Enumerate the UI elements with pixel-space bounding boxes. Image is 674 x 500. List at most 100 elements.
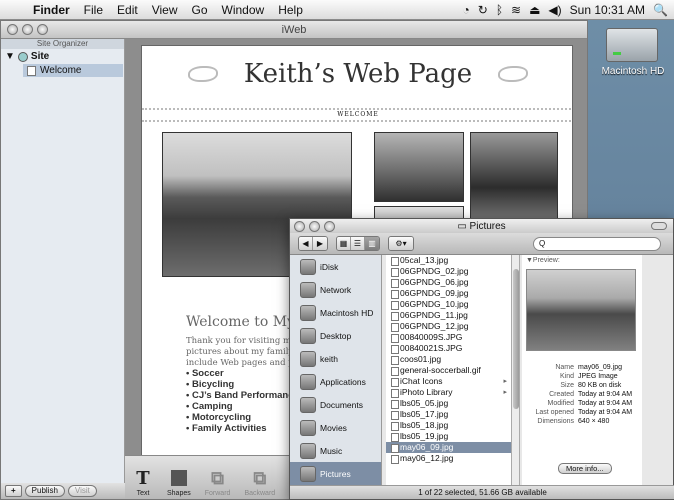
- sidebar-item-music[interactable]: Music: [290, 439, 381, 462]
- info-key: Kind: [559, 373, 574, 380]
- spotlight-icon[interactable]: 🔍: [653, 3, 668, 17]
- hard-drive-label[interactable]: Macintosh HD: [588, 66, 674, 77]
- file-row[interactable]: 00840021S.JPG: [386, 343, 511, 354]
- interest-list[interactable]: Soccer Bicycling CJ’s Band Performances …: [186, 368, 304, 434]
- sidebar-item-keith[interactable]: keith: [290, 347, 381, 370]
- sidebar-item-label: Macintosh HD: [320, 307, 374, 318]
- file-row[interactable]: 06GPNDG_02.jpg: [386, 266, 511, 277]
- info-row: Size 80 KB on disk: [526, 381, 638, 390]
- folder-icon: ▭: [457, 220, 470, 232]
- file-row[interactable]: lbs05_18.jpg: [386, 420, 511, 431]
- sidebar-item-desktop[interactable]: Desktop: [290, 324, 381, 347]
- finder-title: ▭ Pictures: [290, 221, 673, 232]
- menu-view[interactable]: View: [145, 3, 185, 17]
- tool-label: Shapes: [167, 490, 191, 497]
- view-buttons: ▦ ☰ ▥: [336, 236, 380, 251]
- back-icon[interactable]: ◀: [299, 237, 313, 250]
- file-row[interactable]: lbs05_17.jpg: [386, 409, 511, 420]
- preview-label[interactable]: ▼Preview:: [522, 255, 642, 266]
- visit-button[interactable]: Visit: [67, 485, 97, 497]
- send-backward-icon: ⧉: [253, 467, 267, 489]
- volume-icon[interactable]: ◀): [548, 3, 561, 17]
- menu-finder[interactable]: Finder: [26, 3, 77, 17]
- info-value: JPEG Image: [578, 373, 618, 380]
- wifi-icon[interactable]: ≋: [511, 3, 521, 17]
- file-row[interactable]: 06GPNDG_12.jpg: [386, 321, 511, 332]
- gear-icon[interactable]: ⚙▾: [389, 237, 413, 250]
- disclosure-icon[interactable]: ▼: [5, 51, 15, 62]
- page-title[interactable]: Keith’s Web Page: [244, 59, 472, 89]
- sidebar-item-applications[interactable]: Applications: [290, 370, 381, 393]
- page-item-label: Welcome: [40, 65, 82, 76]
- file-column[interactable]: 05cal_13.jpg 06GPNDG_02.jpg 06GPNDG_06.jpg…: [386, 255, 512, 487]
- timemachine-icon[interactable]: ◔: [463, 3, 470, 17]
- forward-button[interactable]: ⧉ Forward: [205, 468, 231, 499]
- file-row[interactable]: lbs05_05.jpg: [386, 398, 511, 409]
- icon-view-icon[interactable]: ▦: [337, 237, 351, 250]
- sync-icon[interactable]: ↻: [478, 3, 488, 17]
- folder-row[interactable]: iChat Icons: [386, 376, 511, 387]
- hard-drive-icon[interactable]: [606, 28, 658, 62]
- menu-help[interactable]: Help: [271, 3, 310, 17]
- file-row[interactable]: coos01.jpg: [386, 354, 511, 365]
- page-header: Keith’s Web Page: [142, 46, 572, 102]
- text-tool-button[interactable]: T Text: [133, 468, 153, 499]
- menu-clock[interactable]: Sun 10:31 AM: [570, 3, 645, 17]
- sidebar-item-movies[interactable]: Movies: [290, 416, 381, 439]
- page-navbar[interactable]: WELCOME: [142, 108, 572, 122]
- menu-edit[interactable]: Edit: [110, 3, 145, 17]
- file-row[interactable]: general-soccerball.gif: [386, 365, 511, 376]
- more-info-button[interactable]: More info...: [558, 463, 612, 474]
- menu-file[interactable]: File: [77, 3, 110, 17]
- file-column-scrollbar[interactable]: [512, 255, 520, 487]
- finder-sidebar: iDisk Network Macintosh HD Desktop keith…: [290, 255, 382, 487]
- file-row[interactable]: 06GPNDG_11.jpg: [386, 310, 511, 321]
- backward-button[interactable]: ⧉ Backward: [244, 468, 275, 499]
- toolbar-toggle-button[interactable]: [651, 222, 667, 230]
- photo-soccer[interactable]: [374, 132, 464, 202]
- scrollbar-thumb[interactable]: [513, 269, 519, 409]
- page-item-welcome[interactable]: Welcome: [23, 64, 123, 77]
- music-icon: [300, 442, 316, 459]
- folder-row[interactable]: iPhoto Library: [386, 387, 511, 398]
- file-row[interactable]: may06_09.jpg: [386, 442, 511, 453]
- site-item[interactable]: ▼ Site: [1, 49, 124, 64]
- shapes-tool-button[interactable]: Shapes: [167, 468, 191, 499]
- sidebar-item-pictures[interactable]: Pictures: [290, 462, 381, 485]
- sidebar-item-documents[interactable]: Documents: [290, 393, 381, 416]
- sidebar-item-label: Network: [320, 284, 352, 295]
- info-row: Dimensions 640 × 480: [526, 417, 638, 426]
- iweb-titlebar[interactable]: iWeb: [1, 21, 587, 39]
- column-view-icon[interactable]: ▥: [365, 237, 379, 250]
- finder-window: ▭ Pictures ◀ ▶ ▦ ☰ ▥ ⚙▾ Q iDisk Network …: [289, 218, 674, 500]
- list-view-icon[interactable]: ☰: [351, 237, 365, 250]
- file-row[interactable]: may06_12.jpg: [386, 453, 511, 464]
- file-row[interactable]: 00840009S.JPG: [386, 332, 511, 343]
- bluetooth-icon[interactable]: ᛒ: [496, 3, 503, 17]
- applications-icon: [300, 373, 316, 390]
- file-row[interactable]: 06GPNDG_06.jpg: [386, 277, 511, 288]
- file-row[interactable]: lbs05_19.jpg: [386, 431, 511, 442]
- add-page-button[interactable]: +: [5, 485, 22, 497]
- file-row[interactable]: 06GPNDG_09.jpg: [386, 288, 511, 299]
- sidebar-item-label: Applications: [320, 376, 366, 387]
- file-row[interactable]: 05cal_13.jpg: [386, 255, 511, 266]
- info-value: Today at 9:04 AM: [578, 400, 633, 407]
- header-ornament-right: [498, 66, 529, 82]
- eject-icon[interactable]: ⏏: [529, 3, 540, 17]
- sidebar-item-idisk[interactable]: iDisk: [290, 255, 381, 278]
- preview-image[interactable]: [526, 269, 636, 351]
- sidebar-item-macintosh-hd[interactable]: Macintosh HD: [290, 301, 381, 324]
- finder-titlebar[interactable]: ▭ Pictures: [290, 219, 673, 233]
- nav-buttons: ◀ ▶: [298, 236, 328, 251]
- sidebar-item-network[interactable]: Network: [290, 278, 381, 301]
- forward-icon[interactable]: ▶: [313, 237, 327, 250]
- finder-status-bar: 1 of 22 selected, 51.66 GB available: [290, 485, 674, 499]
- file-row[interactable]: 06GPNDG_10.jpg: [386, 299, 511, 310]
- publish-button[interactable]: Publish: [24, 485, 65, 497]
- menu-window[interactable]: Window: [215, 3, 272, 17]
- menu-go[interactable]: Go: [185, 3, 215, 17]
- search-input[interactable]: Q: [533, 236, 661, 251]
- file-info: Name may06_09.jpg Kind JPEG Image Size 80 K…: [526, 363, 638, 426]
- action-menu[interactable]: ⚙▾: [388, 236, 414, 251]
